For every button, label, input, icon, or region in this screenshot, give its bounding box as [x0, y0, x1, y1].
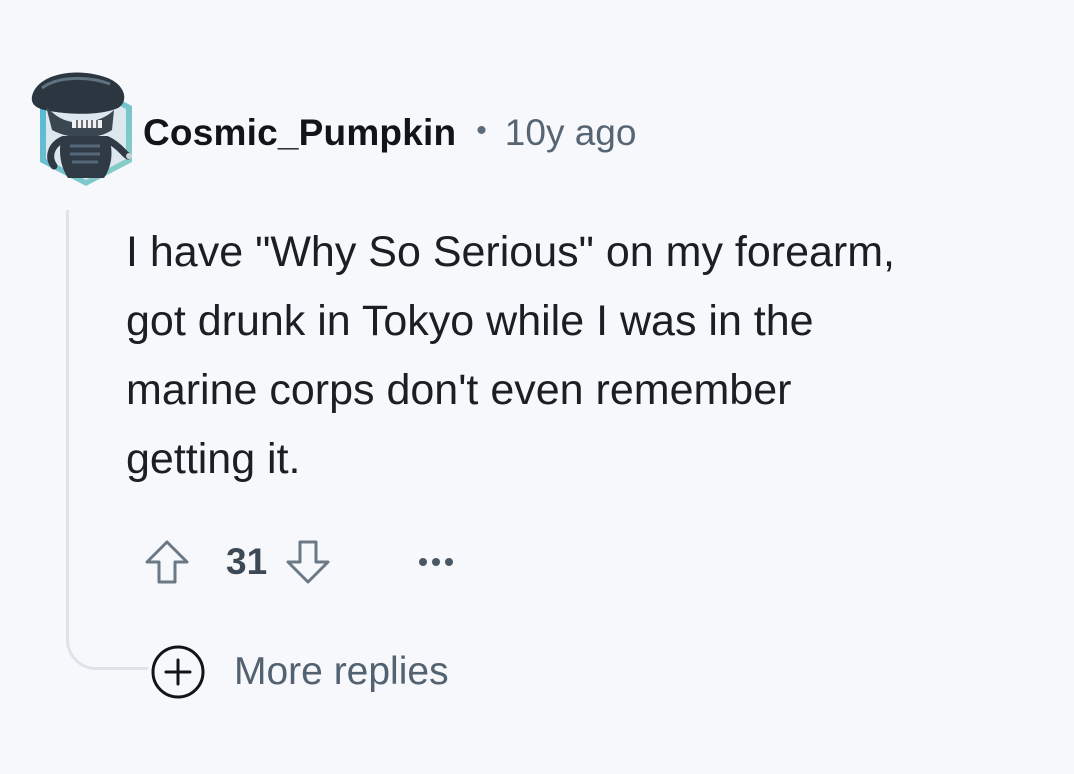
alien-snoo-avatar-icon: [31, 72, 132, 186]
more-replies-label: More replies: [234, 650, 449, 693]
upvote-button[interactable]: [140, 535, 194, 589]
comment-body-line: getting it.: [126, 435, 301, 483]
upvote-arrow-icon: [145, 540, 189, 584]
comment-body-line: I have "Why So Serious" on my forearm,: [126, 228, 895, 276]
comment-body-line: marine corps don't even remember: [126, 366, 792, 414]
more-options-button[interactable]: [409, 535, 463, 589]
meta-separator: •: [476, 114, 487, 147]
comment-header: Cosmic_Pumpkin • 10y ago: [143, 108, 636, 158]
vote-score: 31: [226, 541, 268, 582]
downvote-arrow-icon: [286, 540, 330, 584]
plus-circle-icon: [151, 645, 205, 699]
more-options-icon: [419, 558, 454, 566]
username-link[interactable]: Cosmic_Pumpkin: [143, 112, 456, 154]
user-avatar[interactable]: [28, 66, 138, 188]
comment-timestamp[interactable]: 10y ago: [505, 112, 637, 154]
comment: Cosmic_Pumpkin • 10y ago I have "Why So …: [0, 0, 1074, 774]
downvote-button[interactable]: [281, 535, 335, 589]
comment-body: I have "Why So Serious" on my forearm, go…: [126, 218, 1046, 494]
comment-body-line: got drunk in Tokyo while I was in the: [126, 297, 814, 345]
comment-actions: 31: [140, 532, 463, 592]
more-replies-button[interactable]: More replies: [150, 644, 449, 700]
